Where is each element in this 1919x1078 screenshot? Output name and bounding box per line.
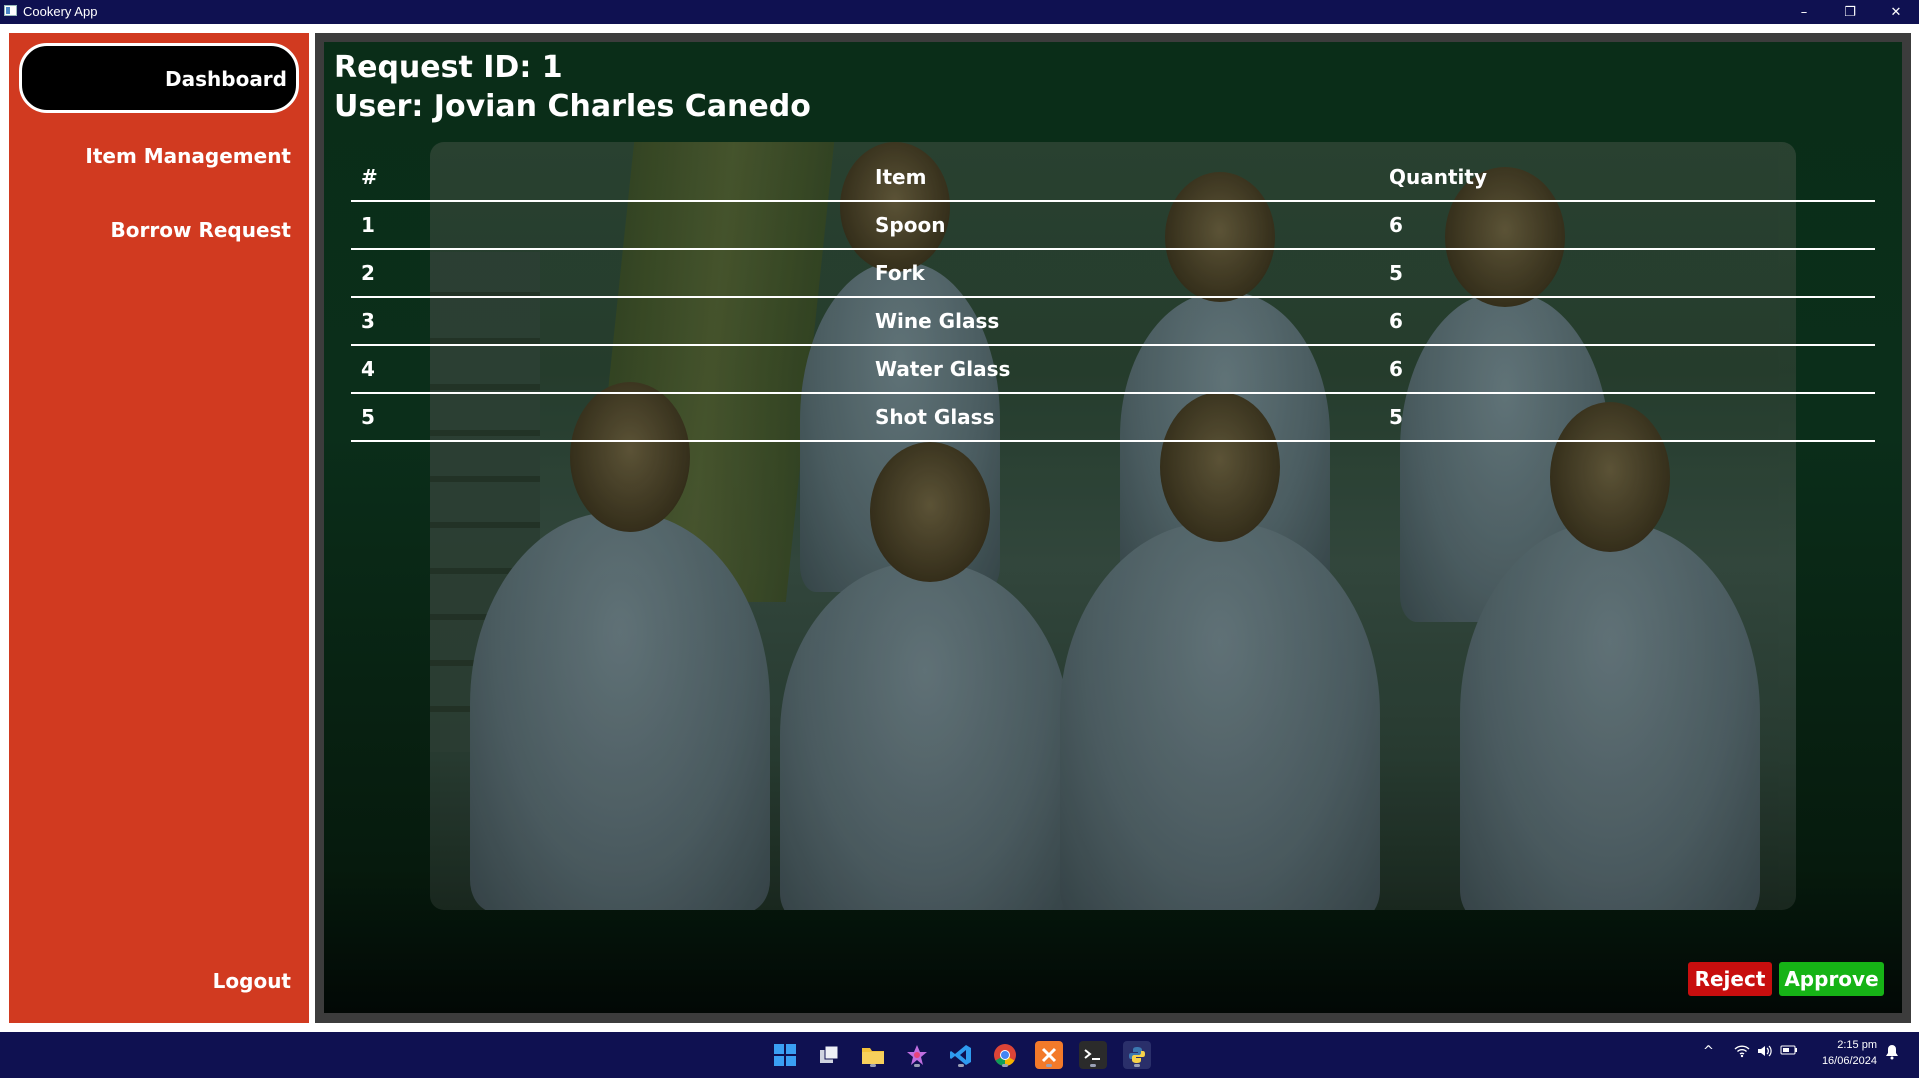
cell-item: Wine Glass <box>865 297 1379 346</box>
sidebar: Dashboard Item Management Borrow Request… <box>9 33 309 1023</box>
cell-number: 1 <box>351 201 865 250</box>
wifi-icon[interactable] <box>1734 1044 1750 1062</box>
file-explorer-icon[interactable] <box>859 1041 887 1069</box>
cell-number: 2 <box>351 249 865 298</box>
sidebar-item-label: Dashboard <box>165 67 287 91</box>
task-view-icon[interactable] <box>815 1041 843 1069</box>
header-number: # <box>351 150 865 202</box>
header-item: Item <box>865 150 1379 202</box>
window-titlebar: Cookery App – ❐ ✕ <box>0 0 1919 24</box>
request-id: Request ID: 1 <box>334 50 563 85</box>
cell-item: Shot Glass <box>865 393 1379 442</box>
chrome-icon[interactable] <box>991 1041 1019 1069</box>
clock-time: 2:15 pm <box>1837 1039 1877 1051</box>
cell-number: 5 <box>351 393 865 442</box>
close-button[interactable]: ✕ <box>1873 0 1919 24</box>
cell-item: Water Glass <box>865 345 1379 394</box>
items-table: # Item Quantity 1 Spoon 6 2 Fork 5 3 Win… <box>351 150 1875 442</box>
table-row[interactable]: 5 Shot Glass 5 <box>351 393 1875 442</box>
clock-date: 16/06/2024 <box>1821 1055 1877 1067</box>
cell-quantity: 6 <box>1379 345 1875 394</box>
reject-button[interactable]: Reject <box>1688 962 1772 996</box>
approve-button[interactable]: Approve <box>1779 962 1884 996</box>
table-row[interactable]: 4 Water Glass 6 <box>351 345 1875 394</box>
logout-button[interactable]: Logout <box>213 969 291 993</box>
window-title: Cookery App <box>23 4 98 19</box>
xampp-icon[interactable] <box>1035 1041 1063 1069</box>
taskbar-clock[interactable]: 2:15 pm 16/06/2024 <box>1822 1037 1877 1069</box>
battery-icon[interactable] <box>1780 1044 1798 1060</box>
vscode-icon[interactable] <box>947 1041 975 1069</box>
header-quantity: Quantity <box>1379 150 1875 202</box>
cell-quantity: 5 <box>1379 249 1875 298</box>
table-row[interactable]: 3 Wine Glass 6 <box>351 297 1875 346</box>
windows-start-icon[interactable] <box>771 1041 799 1069</box>
app-icon <box>4 5 17 16</box>
restore-button[interactable]: ❐ <box>1827 0 1873 24</box>
volume-icon[interactable] <box>1757 1044 1773 1062</box>
sidebar-item-dashboard[interactable]: Dashboard <box>19 43 299 113</box>
cell-number: 3 <box>351 297 865 346</box>
notification-icon[interactable] <box>1885 1044 1899 1064</box>
cell-number: 4 <box>351 345 865 394</box>
tray-overflow-icon[interactable]: ^ <box>1703 1044 1714 1059</box>
cell-item: Spoon <box>865 201 1379 250</box>
sidebar-item-item-management[interactable]: Item Management <box>85 144 291 168</box>
python-icon[interactable] <box>1123 1041 1151 1069</box>
cell-quantity: 6 <box>1379 201 1875 250</box>
taskbar: ^ 2:15 pm 16/06/2024 <box>0 1032 1919 1078</box>
cell-quantity: 5 <box>1379 393 1875 442</box>
cell-item: Fork <box>865 249 1379 298</box>
table-row[interactable]: 2 Fork 5 <box>351 249 1875 298</box>
table-row[interactable]: 1 Spoon 6 <box>351 201 1875 250</box>
cell-quantity: 6 <box>1379 297 1875 346</box>
minimize-button[interactable]: – <box>1781 0 1827 24</box>
terminal-icon[interactable] <box>1079 1041 1107 1069</box>
visual-studio-icon[interactable] <box>903 1041 931 1069</box>
request-header: Request ID: 1 User: Jovian Charles Caned… <box>334 50 811 128</box>
request-user: User: Jovian Charles Canedo <box>334 89 811 124</box>
sidebar-item-borrow-request[interactable]: Borrow Request <box>111 218 291 242</box>
table-header-row: # Item Quantity <box>351 150 1875 202</box>
